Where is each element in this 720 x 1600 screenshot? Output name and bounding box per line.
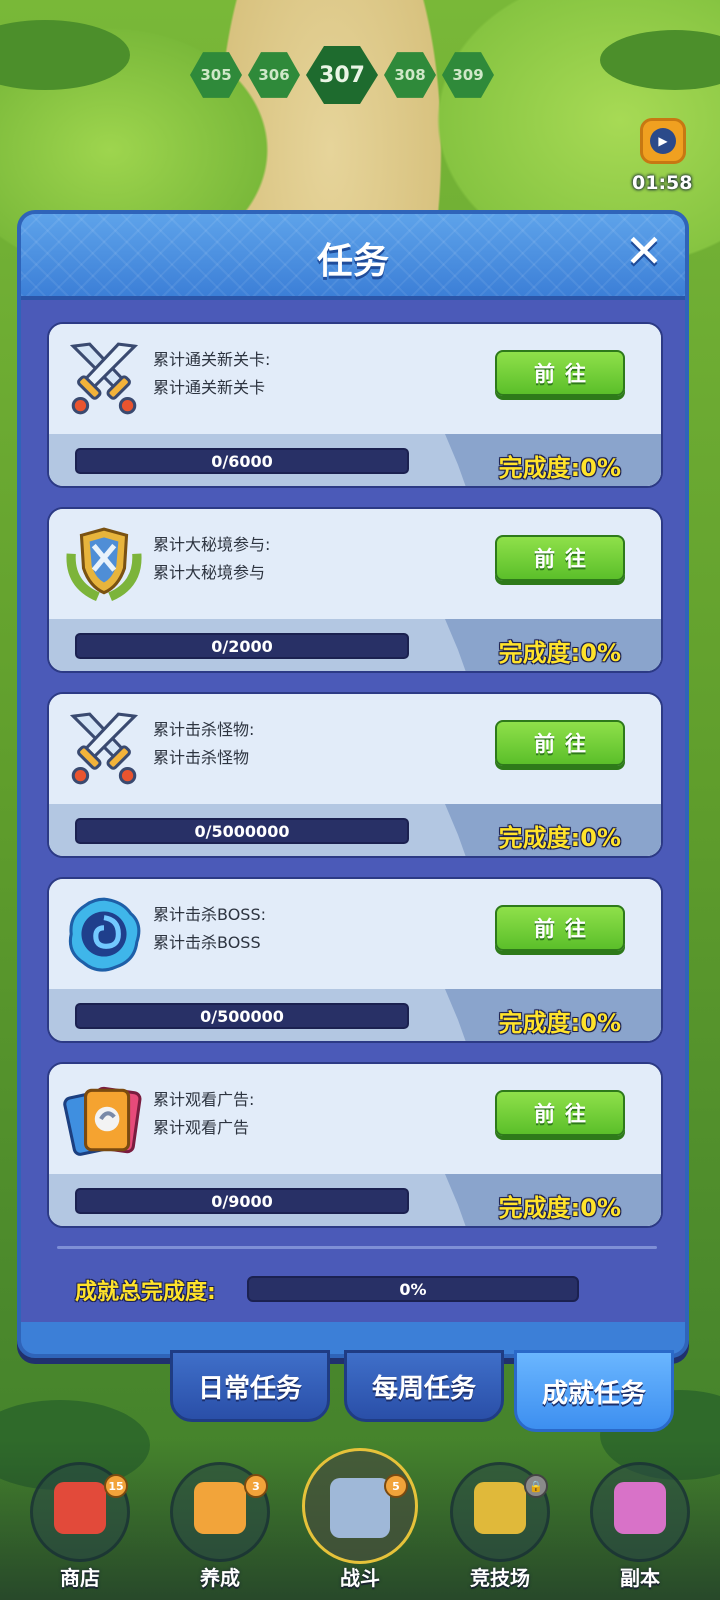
- nav-item-2[interactable]: 5 战斗: [298, 1448, 422, 1596]
- nav-item-0[interactable]: 15 商店: [18, 1448, 142, 1596]
- map-bush: [0, 20, 130, 90]
- modal-title: 任务: [316, 241, 389, 282]
- tab-daily[interactable]: 日常任务: [170, 1350, 330, 1422]
- play-icon: ▶: [650, 128, 676, 154]
- task-card: 累计观看广告: 累计观看广告 前往 0/9000 完成度:0%: [47, 1062, 663, 1228]
- modal-header: 任务 ✕: [21, 214, 685, 300]
- task-progress-bar: 0/2000: [75, 633, 409, 659]
- level-node[interactable]: 305: [190, 52, 242, 98]
- total-progress-text: 0%: [399, 1280, 427, 1299]
- task-card: 累计击杀BOSS: 累计击杀BOSS 前往 0/500000 完成度:0%: [47, 877, 663, 1043]
- lock-icon: 🔒: [524, 1474, 548, 1498]
- crossed-swords-icon: [330, 1478, 390, 1538]
- nav-badge: 3: [244, 1474, 268, 1498]
- task-description: 累计击杀怪物: 累计击杀怪物: [153, 716, 254, 772]
- battle-timer: 01:58: [632, 172, 693, 194]
- task-progress-text: 0/2000: [211, 637, 273, 656]
- nav-badge: 5: [384, 1474, 408, 1498]
- dungeon-jar-icon: [614, 1482, 666, 1534]
- task-description: 累计观看广告: 累计观看广告: [153, 1086, 254, 1142]
- go-button[interactable]: 前往: [495, 1090, 625, 1136]
- task-card: 累计通关新关卡: 累计通关新关卡 前往 0/6000 完成度:0%: [47, 322, 663, 488]
- nav-label: 战斗: [340, 1566, 380, 1590]
- task-subtitle: 累计击杀怪物: [153, 748, 250, 767]
- map-bush: [600, 30, 720, 90]
- go-button[interactable]: 前往: [495, 350, 625, 396]
- speed-button[interactable]: ▶: [640, 118, 686, 164]
- task-subtitle: 累计大秘境参与: [153, 563, 266, 582]
- task-completion: 完成度:0%: [498, 639, 621, 667]
- task-subtitle: 累计击杀BOSS: [153, 933, 261, 952]
- go-button[interactable]: 前往: [495, 905, 625, 951]
- task-modal: 任务 ✕ 累计通关新关卡: 累计通关新关卡 前往 0/6000 完成度:0% 累计大秘境参…: [17, 210, 689, 1358]
- ad-cards-icon: [63, 1078, 145, 1160]
- go-button[interactable]: 前往: [495, 535, 625, 581]
- arena-shield-icon: [474, 1482, 526, 1534]
- task-progress-text: 0/5000000: [194, 822, 290, 841]
- task-description: 累计击杀BOSS: 累计击杀BOSS: [153, 901, 266, 957]
- task-progress-text: 0/500000: [200, 1007, 284, 1026]
- task-subtitle: 累计通关新关卡: [153, 378, 266, 397]
- tab-achievement[interactable]: 成就任务: [514, 1350, 674, 1432]
- task-title: 累计击杀BOSS:: [153, 905, 266, 924]
- task-title: 累计通关新关卡:: [153, 350, 271, 369]
- nav-item-3[interactable]: 🔒 竞技场: [438, 1448, 562, 1596]
- total-completion-label: 成就总完成度:: [75, 1280, 216, 1305]
- nav-badge: 15: [104, 1474, 128, 1498]
- card-upgrade-icon: [194, 1482, 246, 1534]
- task-completion: 完成度:0%: [498, 1194, 621, 1222]
- level-node[interactable]: 309: [442, 52, 494, 98]
- task-title: 累计观看广告:: [153, 1090, 255, 1109]
- crossed-swords-icon: [63, 708, 145, 790]
- task-card: 累计大秘境参与: 累计大秘境参与 前往 0/2000 完成度:0%: [47, 507, 663, 673]
- nav-label: 竞技场: [470, 1566, 530, 1590]
- vortex-icon: [63, 893, 145, 975]
- task-completion: 完成度:0%: [498, 824, 621, 852]
- task-description: 累计大秘境参与: 累计大秘境参与: [153, 531, 270, 587]
- task-progress-bar: 0/500000: [75, 1003, 409, 1029]
- close-icon[interactable]: ✕: [621, 228, 667, 274]
- task-progress-text: 0/9000: [211, 1192, 273, 1211]
- divider: [57, 1246, 657, 1249]
- level-path: 305 306 307 308 309: [190, 42, 494, 108]
- task-completion: 完成度:0%: [498, 454, 621, 482]
- nav-item-4[interactable]: 副本: [578, 1448, 702, 1596]
- task-progress-text: 0/6000: [211, 452, 273, 471]
- go-button[interactable]: 前往: [495, 720, 625, 766]
- task-subtitle: 累计观看广告: [153, 1118, 250, 1137]
- nav-label: 商店: [60, 1566, 100, 1590]
- task-progress-bar: 0/9000: [75, 1188, 409, 1214]
- task-title: 累计大秘境参与:: [153, 535, 271, 554]
- nav-label: 副本: [620, 1566, 660, 1590]
- nav-label: 养成: [200, 1566, 240, 1590]
- shield-laurel-icon: [63, 523, 145, 605]
- level-node[interactable]: 308: [384, 52, 436, 98]
- task-description: 累计通关新关卡: 累计通关新关卡: [153, 346, 270, 402]
- level-node[interactable]: 306: [248, 52, 300, 98]
- task-progress-bar: 0/6000: [75, 448, 409, 474]
- total-progress-bar: 0%: [247, 1276, 579, 1302]
- task-progress-bar: 0/5000000: [75, 818, 409, 844]
- crossed-swords-icon: [63, 338, 145, 420]
- task-title: 累计击杀怪物:: [153, 720, 255, 739]
- gift-shop-icon: [54, 1482, 106, 1534]
- tab-weekly[interactable]: 每周任务: [344, 1350, 504, 1422]
- task-completion: 完成度:0%: [498, 1009, 621, 1037]
- current-level-node[interactable]: 307: [306, 45, 378, 105]
- nav-item-1[interactable]: 3 养成: [158, 1448, 282, 1596]
- task-card: 累计击杀怪物: 累计击杀怪物 前往 0/5000000 完成度:0%: [47, 692, 663, 858]
